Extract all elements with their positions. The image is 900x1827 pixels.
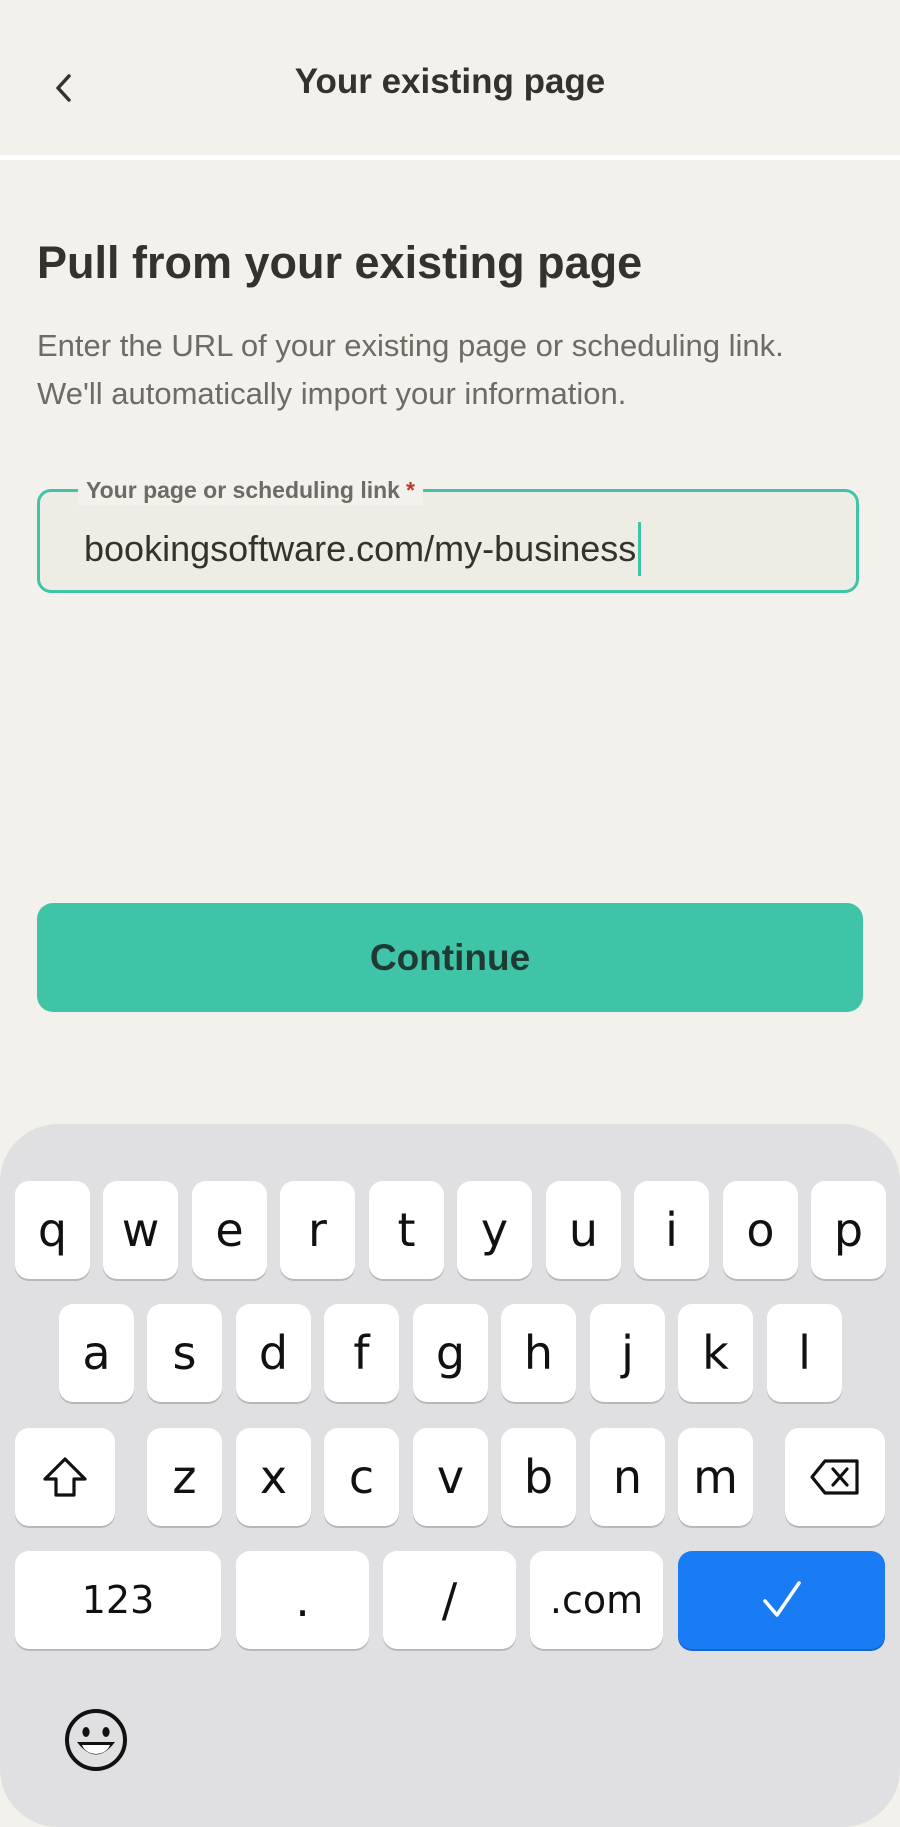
key-j[interactable]: j <box>590 1304 665 1402</box>
key-x[interactable]: x <box>236 1428 311 1526</box>
key-e[interactable]: e <box>192 1181 267 1279</box>
key-f[interactable]: f <box>324 1304 399 1402</box>
page-link-input[interactable]: bookingsoftware.com/my-business <box>84 522 642 576</box>
key-v[interactable]: v <box>413 1428 488 1526</box>
field-label: Your page or scheduling link * <box>78 475 423 505</box>
key-b[interactable]: b <box>501 1428 576 1526</box>
key-w[interactable]: w <box>103 1181 178 1279</box>
on-screen-keyboard: q w e r t y u i o p a s d f g h j k l z … <box>0 1124 900 1827</box>
emoji-button[interactable] <box>60 1704 132 1776</box>
section-description: Enter the URL of your existing page or s… <box>37 322 863 418</box>
key-y[interactable]: y <box>457 1181 532 1279</box>
numbers-key[interactable]: 123 <box>15 1551 221 1649</box>
continue-button[interactable]: Continue <box>37 903 863 1012</box>
page-title: Your existing page <box>294 62 606 101</box>
required-marker: * <box>405 477 415 503</box>
description-line-2: We'll automatically import your informat… <box>37 376 627 411</box>
top-app-bar: Your existing page <box>0 0 900 160</box>
key-q[interactable]: q <box>15 1181 90 1279</box>
slash-key[interactable]: / <box>383 1551 516 1649</box>
page-link-input-value: bookingsoftware.com/my-business <box>84 528 637 569</box>
main-content: Pull from your existing page Enter the U… <box>37 232 863 418</box>
key-n[interactable]: n <box>590 1428 665 1526</box>
shift-key[interactable] <box>15 1428 115 1526</box>
key-s[interactable]: s <box>147 1304 222 1402</box>
done-key[interactable] <box>678 1551 885 1649</box>
key-t[interactable]: t <box>369 1181 444 1279</box>
page-link-field[interactable]: Your page or scheduling link * bookingsof… <box>37 475 859 593</box>
key-p[interactable]: p <box>811 1181 886 1279</box>
key-r[interactable]: r <box>280 1181 355 1279</box>
shift-icon <box>43 1457 87 1497</box>
key-o[interactable]: o <box>723 1181 798 1279</box>
field-label-text: Your page or scheduling link <box>86 477 400 503</box>
key-l[interactable]: l <box>767 1304 842 1402</box>
key-d[interactable]: d <box>236 1304 311 1402</box>
key-h[interactable]: h <box>501 1304 576 1402</box>
backspace-key[interactable] <box>785 1428 885 1526</box>
emoji-icon <box>65 1709 127 1771</box>
key-k[interactable]: k <box>678 1304 753 1402</box>
key-g[interactable]: g <box>413 1304 488 1402</box>
text-caret <box>638 522 642 576</box>
key-i[interactable]: i <box>634 1181 709 1279</box>
backspace-icon <box>810 1459 859 1495</box>
dotcom-key[interactable]: .com <box>530 1551 663 1649</box>
key-z[interactable]: z <box>147 1428 222 1526</box>
key-c[interactable]: c <box>324 1428 399 1526</box>
period-key[interactable]: . <box>236 1551 369 1649</box>
key-u[interactable]: u <box>546 1181 621 1279</box>
description-line-1: Enter the URL of your existing page or s… <box>37 328 784 363</box>
checkmark-icon <box>762 1581 801 1617</box>
section-heading: Pull from your existing page <box>37 237 643 288</box>
key-m[interactable]: m <box>678 1428 753 1526</box>
key-a[interactable]: a <box>59 1304 134 1402</box>
